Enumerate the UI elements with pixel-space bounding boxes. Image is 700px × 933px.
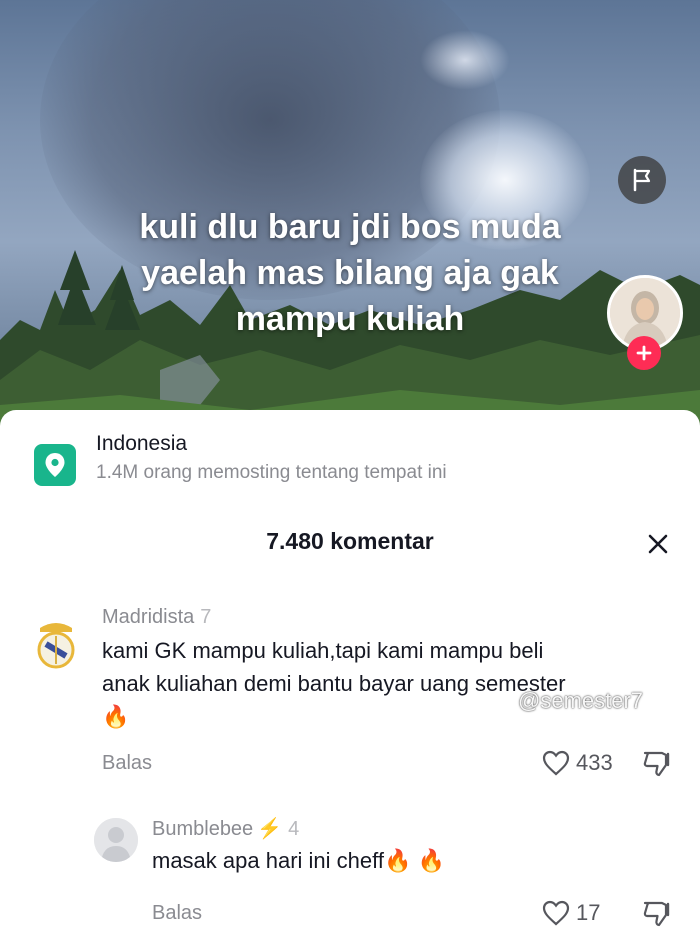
thumbs-down-icon: [643, 901, 670, 927]
comment-count-title: 7.480 komentar: [266, 528, 434, 554]
avatar[interactable]: [94, 818, 138, 862]
heart-outline-icon: [542, 750, 570, 776]
heart-outline-icon: [542, 900, 570, 926]
location-pin-icon: [34, 444, 76, 486]
close-button[interactable]: [642, 528, 674, 560]
club-crest-icon: [37, 623, 75, 669]
comment-username[interactable]: Bumblebee ⚡ 4: [152, 816, 299, 841]
avatar[interactable]: [32, 618, 80, 670]
location-subtitle: 1.4M orang memosting tentang tempat ini: [96, 462, 447, 483]
comment-age: 7: [200, 606, 212, 628]
default-avatar-icon: [94, 818, 138, 862]
username-text: Madridista: [102, 606, 195, 628]
flag-icon: [633, 168, 651, 192]
caption-line: kuli dlu baru jdi bos muda: [139, 208, 561, 246]
fire-emoji: 🔥 🔥: [383, 848, 445, 873]
follow-button[interactable]: [627, 336, 661, 370]
like-button[interactable]: 17: [542, 900, 600, 926]
watermark: @semester7: [518, 688, 644, 713]
dislike-button[interactable]: [642, 900, 674, 933]
caption-line: mampu kuliah: [235, 300, 465, 338]
comment-text-line: kami GK mampu kuliah,tapi kami mampu bel…: [102, 638, 544, 663]
location-name: Indonesia: [96, 432, 188, 455]
like-button[interactable]: 433: [542, 750, 613, 776]
close-icon: [648, 534, 668, 554]
wisp-cloud: [420, 30, 510, 90]
comment-item: Bumblebee ⚡ 4 masak apa hari ini cheff🔥 🔥 …: [0, 816, 700, 927]
reply-button[interactable]: Balas: [102, 752, 152, 775]
plus-icon: [636, 345, 652, 361]
comments-sheet: Indonesia 1.4M orang memosting tentang t…: [0, 410, 700, 933]
caption-line: yaelah mas bilang aja gak: [141, 254, 559, 292]
comment-text-body: masak apa hari ini cheff: [152, 848, 384, 873]
comment-text: masak apa hari ini cheff🔥 🔥: [152, 844, 445, 877]
report-button[interactable]: [618, 156, 666, 204]
lightning-icon: ⚡: [257, 818, 283, 840]
dislike-button[interactable]: [642, 750, 674, 783]
comment-username[interactable]: Madridista 7: [102, 606, 211, 629]
video-background[interactable]: kuli dlu baru jdi bos muda yaelah mas bi…: [0, 0, 700, 440]
username-text: Bumblebee: [152, 818, 254, 840]
location-row[interactable]: Indonesia 1.4M orang memosting tentang t…: [34, 432, 654, 488]
like-count: 433: [576, 750, 613, 775]
thumbs-down-icon: [643, 751, 670, 777]
comment-age: 4: [288, 818, 300, 840]
like-count: 17: [576, 900, 601, 925]
reply-button[interactable]: Balas: [152, 902, 202, 925]
video-caption: kuli dlu baru jdi bos muda yaelah mas bi…: [60, 204, 640, 342]
comment-text: kami GK mampu kuliah,tapi kami mampu bel…: [102, 634, 682, 733]
